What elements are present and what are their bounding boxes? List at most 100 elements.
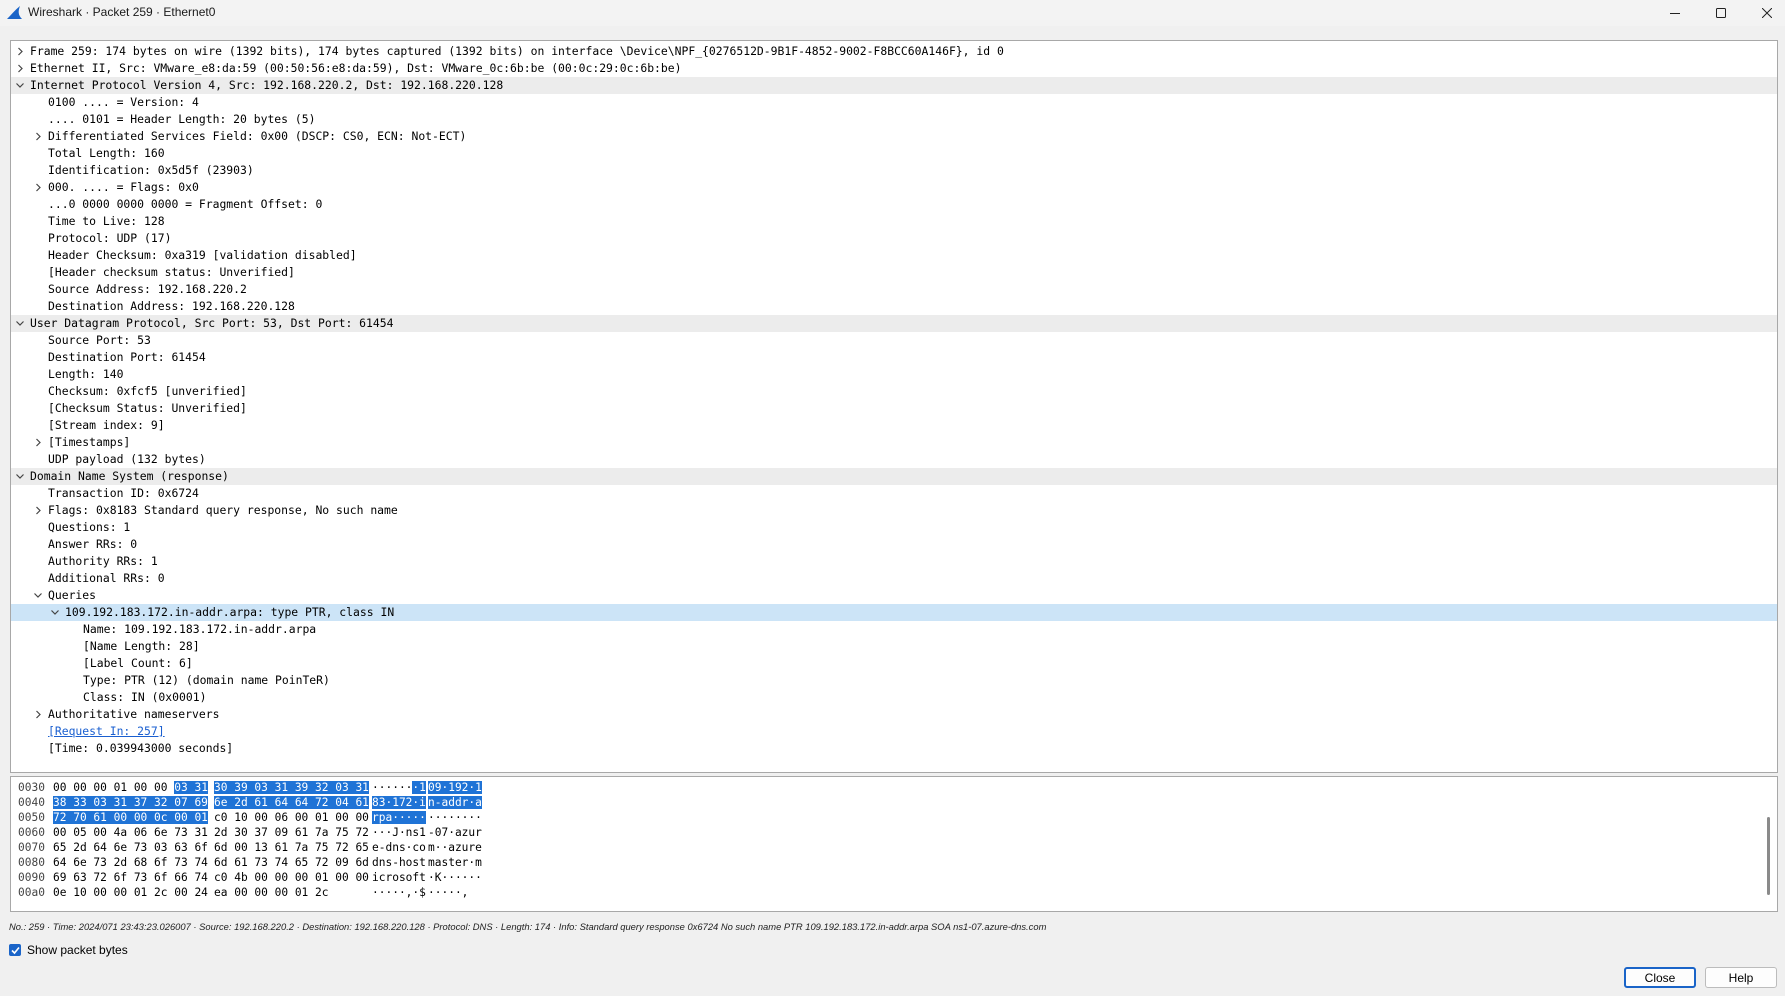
tree-row[interactable]: Protocol: UDP (17) <box>11 230 1777 247</box>
tree-row[interactable]: Flags: 0x8183 Standard query response, N… <box>11 502 1777 519</box>
tree-row[interactable]: ...0 0000 0000 0000 = Fragment Offset: 0 <box>11 196 1777 213</box>
hex-bytes[interactable]: 65 2d 64 6e 73 03 63 6f <box>53 840 208 855</box>
ascii-bytes[interactable]: dns-host <box>372 855 426 870</box>
tree-row[interactable]: Questions: 1 <box>11 519 1777 536</box>
tree-row[interactable]: Time to Live: 128 <box>11 213 1777 230</box>
close-button[interactable]: Close <box>1624 967 1696 988</box>
tree-row[interactable]: [Label Count: 6] <box>11 655 1777 672</box>
ascii-bytes[interactable]: rpa····· <box>372 810 426 825</box>
hex-bytes[interactable]: 72 70 61 00 00 0c 00 01 <box>53 810 208 825</box>
tree-row[interactable]: Answer RRs: 0 <box>11 536 1777 553</box>
ascii-bytes[interactable]: ········ <box>428 810 482 825</box>
tree-row[interactable]: Domain Name System (response) <box>11 468 1777 485</box>
chevron-down-icon[interactable] <box>14 468 26 485</box>
tree-row[interactable]: Source Address: 192.168.220.2 <box>11 281 1777 298</box>
hex-bytes[interactable]: 6e 2d 61 64 64 72 04 61 <box>214 795 369 810</box>
hex-bytes[interactable]: 69 63 72 6f 73 6f 66 74 <box>53 870 208 885</box>
ascii-bytes[interactable]: e-dns·co <box>372 840 426 855</box>
tree-row[interactable]: Destination Address: 192.168.220.128 <box>11 298 1777 315</box>
tree-row[interactable]: Ethernet II, Src: VMware_e8:da:59 (00:50… <box>11 60 1777 77</box>
bytes-scrollbar[interactable] <box>1761 777 1777 911</box>
tree-row[interactable]: Length: 140 <box>11 366 1777 383</box>
ascii-bytes[interactable]: 09·192·1 <box>428 780 482 795</box>
tree-row[interactable]: [Stream index: 9] <box>11 417 1777 434</box>
ascii-bytes[interactable]: ·······1 <box>372 780 426 795</box>
chevron-down-icon[interactable] <box>49 604 61 621</box>
chevron-right-icon[interactable] <box>32 502 44 519</box>
chevron-right-icon[interactable] <box>14 60 26 77</box>
tree-row[interactable]: Authoritative nameservers <box>11 706 1777 723</box>
chevron-right-icon[interactable] <box>32 179 44 196</box>
ascii-bytes[interactable]: ·····,·$ <box>372 885 426 900</box>
tree-row[interactable]: Differentiated Services Field: 0x00 (DSC… <box>11 128 1777 145</box>
tree-row[interactable]: User Datagram Protocol, Src Port: 53, Ds… <box>11 315 1777 332</box>
tree-row[interactable]: .... 0101 = Header Length: 20 bytes (5) <box>11 111 1777 128</box>
chevron-down-icon[interactable] <box>32 587 44 604</box>
show-packet-bytes-toggle[interactable]: Show packet bytes <box>9 943 128 957</box>
tree-row[interactable]: [Checksum Status: Unverified] <box>11 400 1777 417</box>
request-in-link[interactable]: [Request In: 257] <box>48 723 165 740</box>
hex-bytes[interactable]: c0 10 00 06 00 01 00 00 <box>214 810 369 825</box>
hex-bytes[interactable]: 6d 00 13 61 7a 75 72 65 <box>214 840 369 855</box>
chevron-right-icon[interactable] <box>32 128 44 145</box>
chevron-right-icon[interactable] <box>14 43 26 60</box>
hex-bytes[interactable]: 30 39 03 31 39 32 03 31 <box>214 780 369 795</box>
tree-row[interactable]: Internet Protocol Version 4, Src: 192.16… <box>11 77 1777 94</box>
chevron-right-icon[interactable] <box>32 706 44 723</box>
hex-bytes[interactable]: 2d 30 37 09 61 7a 75 72 <box>214 825 369 840</box>
tree-row[interactable]: Name: 109.192.183.172.in-addr.arpa <box>11 621 1777 638</box>
hex-bytes[interactable]: 6d 61 73 74 65 72 09 6d <box>214 855 369 870</box>
tree-row[interactable]: Class: IN (0x0001) <box>11 689 1777 706</box>
hex-bytes[interactable]: ea 00 00 00 01 2c <box>214 885 329 900</box>
tree-row[interactable]: 000. .... = Flags: 0x0 <box>11 179 1777 196</box>
hex-bytes[interactable]: 00 00 00 01 00 00 03 31 <box>53 780 208 795</box>
checkbox-checked-icon[interactable] <box>9 944 21 956</box>
ascii-bytes[interactable]: ···J·ns1 <box>372 825 426 840</box>
ascii-bytes[interactable]: 83·172·i <box>372 795 426 810</box>
tree-row[interactable]: Total Length: 160 <box>11 145 1777 162</box>
tree-row[interactable]: Type: PTR (12) (domain name PoinTeR) <box>11 672 1777 689</box>
tree-row[interactable]: Source Port: 53 <box>11 332 1777 349</box>
ascii-bytes[interactable]: icrosoft <box>372 870 426 885</box>
help-button[interactable]: Help <box>1705 967 1777 988</box>
tree-row[interactable]: Identification: 0x5d5f (23903) <box>11 162 1777 179</box>
maximize-button[interactable] <box>1698 0 1744 26</box>
tree-row[interactable]: [Timestamps] <box>11 434 1777 451</box>
close-window-button[interactable] <box>1744 0 1785 26</box>
tree-row[interactable]: 0100 .... = Version: 4 <box>11 94 1777 111</box>
chevron-down-icon[interactable] <box>14 315 26 332</box>
ascii-bytes[interactable]: ·K······ <box>428 870 482 885</box>
scrollbar-thumb[interactable] <box>1767 817 1770 895</box>
ascii-bytes[interactable]: n-addr·a <box>428 795 482 810</box>
tree-row[interactable]: [Time: 0.039943000 seconds] <box>11 740 1777 757</box>
ascii-bytes[interactable]: ·····, <box>428 885 468 900</box>
ascii-bytes[interactable]: -07·azur <box>428 825 482 840</box>
tree-row-label: Length: 140 <box>48 367 124 381</box>
tree-row[interactable]: Destination Port: 61454 <box>11 349 1777 366</box>
byte-offset: 0060 <box>18 826 45 839</box>
minimize-button[interactable] <box>1652 0 1698 26</box>
tree-row[interactable]: 109.192.183.172.in-addr.arpa: type PTR, … <box>11 604 1777 621</box>
hex-bytes[interactable]: 0e 10 00 00 01 2c 00 24 <box>53 885 208 900</box>
tree-row[interactable]: Frame 259: 174 bytes on wire (1392 bits)… <box>11 43 1777 60</box>
tree-row[interactable]: [Name Length: 28] <box>11 638 1777 655</box>
ascii-bytes[interactable]: master·m <box>428 855 482 870</box>
packet-details-tree[interactable]: Frame 259: 174 bytes on wire (1392 bits)… <box>10 40 1778 773</box>
tree-row[interactable]: Transaction ID: 0x6724 <box>11 485 1777 502</box>
hex-bytes[interactable]: 38 33 03 31 37 32 07 69 <box>53 795 208 810</box>
chevron-right-icon[interactable] <box>32 434 44 451</box>
tree-row[interactable]: [Request In: 257] <box>11 723 1777 740</box>
tree-row[interactable]: UDP payload (132 bytes) <box>11 451 1777 468</box>
packet-bytes-pane[interactable]: 0030 00 00 00 01 00 00 03 31 30 39 03 31 3… <box>10 776 1778 912</box>
hex-bytes[interactable]: 00 05 00 4a 06 6e 73 31 <box>53 825 208 840</box>
tree-row[interactable]: Checksum: 0xfcf5 [unverified] <box>11 383 1777 400</box>
ascii-bytes[interactable]: m··azure <box>428 840 482 855</box>
hex-bytes[interactable]: c0 4b 00 00 00 01 00 00 <box>214 870 369 885</box>
tree-row[interactable]: [Header checksum status: Unverified] <box>11 264 1777 281</box>
tree-row[interactable]: Queries <box>11 587 1777 604</box>
tree-row[interactable]: Header Checksum: 0xa319 [validation disa… <box>11 247 1777 264</box>
hex-bytes[interactable]: 64 6e 73 2d 68 6f 73 74 <box>53 855 208 870</box>
tree-row[interactable]: Additional RRs: 0 <box>11 570 1777 587</box>
tree-row[interactable]: Authority RRs: 1 <box>11 553 1777 570</box>
chevron-down-icon[interactable] <box>14 77 26 94</box>
